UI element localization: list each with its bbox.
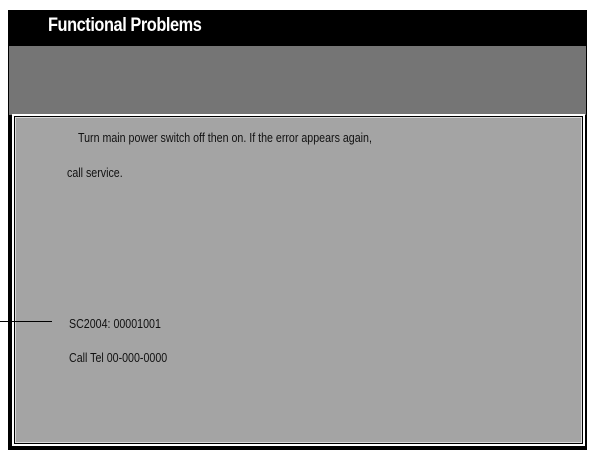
message-line-1: Turn main power switch off then on. If t… <box>78 130 372 145</box>
message-box: Turn main power switch off then on. If t… <box>12 114 585 446</box>
title-band <box>9 46 586 115</box>
message-line-2: call service. <box>67 165 123 180</box>
service-code: SC2004: 00001001 <box>69 316 161 331</box>
error-panel: Functional Problems Turn main power swit… <box>8 10 587 450</box>
service-phone: Call Tel 00-000-0000 <box>69 350 168 365</box>
callout-leader-line <box>0 321 52 322</box>
panel-title: Functional Problems <box>48 15 202 36</box>
